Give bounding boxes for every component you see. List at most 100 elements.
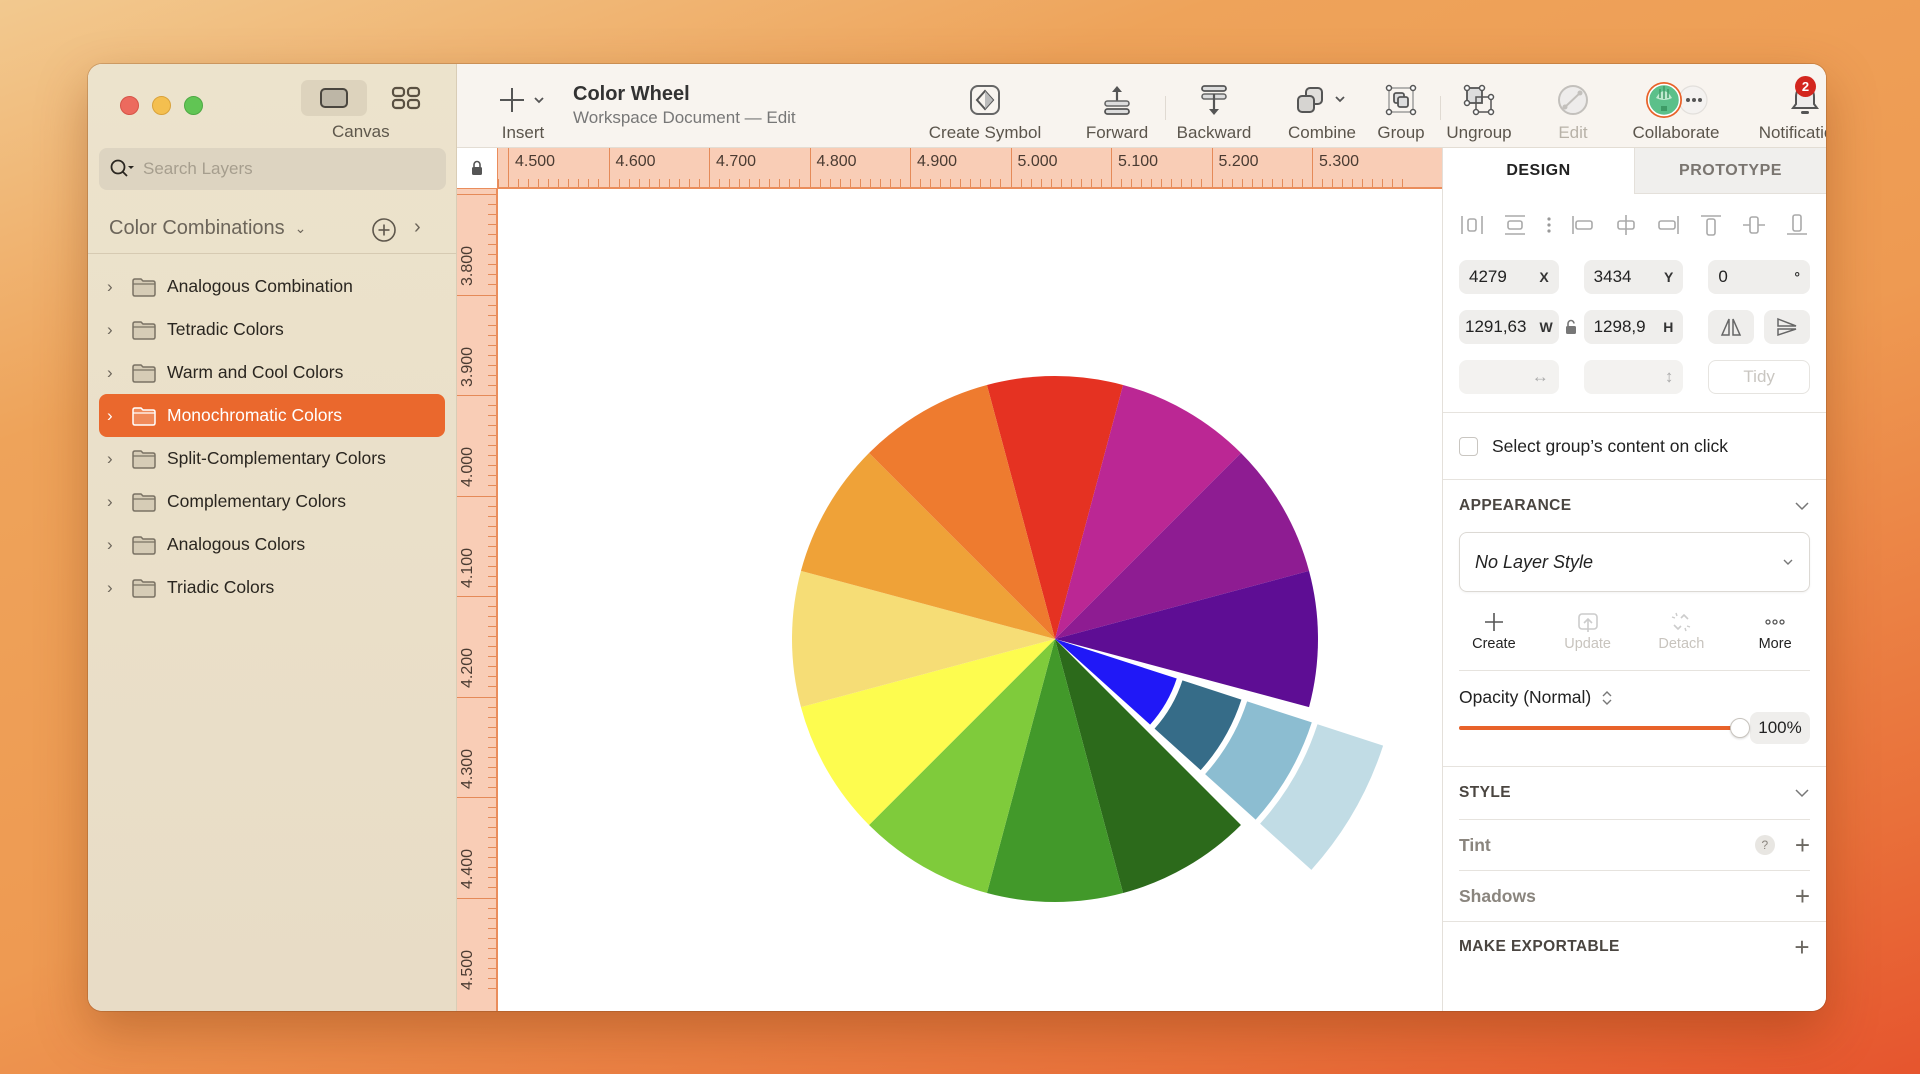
select-group-content-checkbox[interactable] xyxy=(1459,436,1478,456)
rotation-field[interactable]: 0 ° xyxy=(1708,260,1810,294)
add-tint-button[interactable]: + xyxy=(1795,832,1810,858)
disclosure-chevron-icon[interactable]: › xyxy=(99,492,129,512)
layer-item[interactable]: › Analogous Colors xyxy=(99,523,445,566)
add-shadow-button[interactable]: + xyxy=(1795,883,1810,909)
appearance-header[interactable]: APPEARANCE xyxy=(1443,480,1826,532)
detach-style-button[interactable]: Detach xyxy=(1641,608,1721,670)
minimize-window-button[interactable] xyxy=(152,96,171,115)
close-window-button[interactable] xyxy=(120,96,139,115)
width-field[interactable]: 1291,63 W xyxy=(1459,310,1559,344)
align-top-icon[interactable] xyxy=(1698,213,1724,237)
edit-button[interactable]: Edit xyxy=(1548,64,1598,148)
layer-item[interactable]: › Analogous Combination xyxy=(99,265,445,308)
ruler-minor-tick xyxy=(488,324,496,326)
disclosure-chevron-icon[interactable]: › xyxy=(99,320,129,340)
color-wheel-artwork[interactable] xyxy=(498,189,1442,1011)
horizontal-arrows-icon: ↔ xyxy=(1531,367,1549,386)
more-distribute-icon[interactable] xyxy=(1545,213,1553,237)
insert-button[interactable]: Insert xyxy=(493,64,553,148)
flip-vertical-button[interactable] xyxy=(1764,310,1810,344)
layer-item[interactable]: › Tetradic Colors xyxy=(99,308,445,351)
ruler-label: 4.500 xyxy=(515,153,556,170)
ruler-minor-tick xyxy=(1100,179,1102,187)
ruler-major-tick xyxy=(457,696,496,698)
lock-ratio-button[interactable] xyxy=(1559,319,1584,335)
disclosure-chevron-icon[interactable]: › xyxy=(99,449,129,469)
align-center-horizontal-icon[interactable] xyxy=(1613,213,1639,237)
components-view-button[interactable] xyxy=(373,80,439,116)
opacity-blend-selector[interactable]: Opacity (Normal) xyxy=(1443,671,1826,708)
page-selector[interactable]: Color Combinations ⌄ › xyxy=(88,204,456,254)
y-field[interactable]: 3434 Y xyxy=(1583,260,1684,294)
opacity-value-field[interactable]: 100% xyxy=(1750,712,1810,744)
combine-button[interactable]: Combine xyxy=(1267,64,1377,148)
style-header[interactable]: STYLE xyxy=(1443,767,1826,819)
x-suffix: X xyxy=(1539,269,1549,285)
document-title-block[interactable]: Color Wheel Workspace Document — Edit xyxy=(573,83,796,128)
create-style-button[interactable]: Create xyxy=(1454,608,1534,670)
backward-button[interactable]: Backward xyxy=(1167,64,1261,148)
ruler-major-tick xyxy=(457,395,496,396)
collaborators-avatars xyxy=(1646,82,1708,118)
layer-item[interactable]: › Complementary Colors xyxy=(99,480,445,523)
ruler-minor-tick xyxy=(538,179,540,187)
vertical-ruler[interactable]: 3.800 3.900 4.000 4.100 4.200 4.300 4.400 4.500 xyxy=(457,189,498,1011)
broken-link-icon xyxy=(1672,612,1691,632)
notifications-button[interactable]: 2 Notifications xyxy=(1743,64,1826,148)
group-button[interactable]: Group xyxy=(1363,64,1439,148)
create-symbol-button[interactable]: Create Symbol xyxy=(920,64,1050,148)
ruler-minor-tick xyxy=(498,179,499,187)
chevron-down-icon[interactable]: ⌄ xyxy=(295,220,307,237)
layer-item[interactable]: › Warm and Cool Colors xyxy=(99,351,445,394)
forward-button[interactable]: Forward xyxy=(1079,64,1155,148)
tidy-button[interactable]: Tidy xyxy=(1708,360,1810,394)
zoom-window-button[interactable] xyxy=(184,96,203,115)
ungroup-button[interactable]: Ungroup xyxy=(1434,64,1524,148)
disclosure-chevron-icon[interactable]: › xyxy=(99,578,129,598)
align-left-icon[interactable] xyxy=(1570,213,1596,237)
disclosure-chevron-icon[interactable]: › xyxy=(99,363,129,383)
help-icon[interactable]: ? xyxy=(1754,835,1775,855)
collaborate-button[interactable]: Collaborate xyxy=(1621,64,1731,148)
layer-item[interactable]: › Split-Complementary Colors xyxy=(99,437,445,480)
add-export-button[interactable]: + xyxy=(1794,934,1810,960)
chevron-right-icon[interactable]: › xyxy=(414,216,421,239)
align-middle-vertical-icon[interactable] xyxy=(1741,213,1767,237)
update-style-button[interactable]: Update xyxy=(1548,608,1628,670)
search-layers-input[interactable] xyxy=(143,159,433,179)
distribute-vertical-icon[interactable] xyxy=(1502,213,1528,237)
vertical-spacing-field[interactable]: ↕ xyxy=(1583,360,1684,394)
flip-horizontal-button[interactable] xyxy=(1708,310,1755,344)
chevron-down-icon[interactable] xyxy=(1794,788,1810,798)
height-field[interactable]: 1298,9 H xyxy=(1583,310,1684,344)
ruler-minor-tick xyxy=(990,179,992,187)
ruler-major-tick xyxy=(709,148,710,187)
horizontal-spacing-field[interactable]: ↔ xyxy=(1459,360,1559,394)
select-group-content-row[interactable]: Select group’s content on click xyxy=(1443,413,1826,479)
ruler-minor-tick xyxy=(488,384,496,386)
disclosure-chevron-icon[interactable]: › xyxy=(99,535,129,555)
opacity-slider[interactable] xyxy=(1459,716,1750,740)
horizontal-ruler[interactable]: 4.500 4.600 4.700 4.800 4.900 5.000 5.100 5.200… xyxy=(498,148,1442,189)
add-page-icon[interactable] xyxy=(371,217,397,243)
opacity-slider-knob[interactable] xyxy=(1730,718,1750,738)
layer-item[interactable]: › Monochromatic Colors xyxy=(99,394,445,437)
align-bottom-icon[interactable] xyxy=(1784,213,1810,237)
disclosure-chevron-icon[interactable]: › xyxy=(99,406,129,426)
tab-prototype[interactable]: PROTOTYPE xyxy=(1634,148,1826,194)
chevron-down-icon[interactable] xyxy=(1794,501,1810,511)
canvas-view-button[interactable] xyxy=(301,80,367,116)
tab-design[interactable]: DESIGN xyxy=(1443,148,1634,194)
canvas[interactable] xyxy=(498,189,1442,1011)
more-style-button[interactable]: More xyxy=(1735,608,1815,670)
layer-style-select[interactable]: No Layer Style xyxy=(1459,532,1810,592)
x-field[interactable]: 4279 X xyxy=(1459,260,1559,294)
ruler-lock-corner[interactable] xyxy=(457,148,498,189)
align-right-icon[interactable] xyxy=(1655,213,1681,237)
ruler-minor-tick xyxy=(488,656,496,658)
layer-item[interactable]: › Triadic Colors xyxy=(99,566,445,609)
disclosure-chevron-icon[interactable]: › xyxy=(99,277,129,297)
distribute-horizontal-icon[interactable] xyxy=(1459,213,1485,237)
ruler-minor-tick xyxy=(668,179,670,187)
search-icon[interactable] xyxy=(109,158,135,180)
